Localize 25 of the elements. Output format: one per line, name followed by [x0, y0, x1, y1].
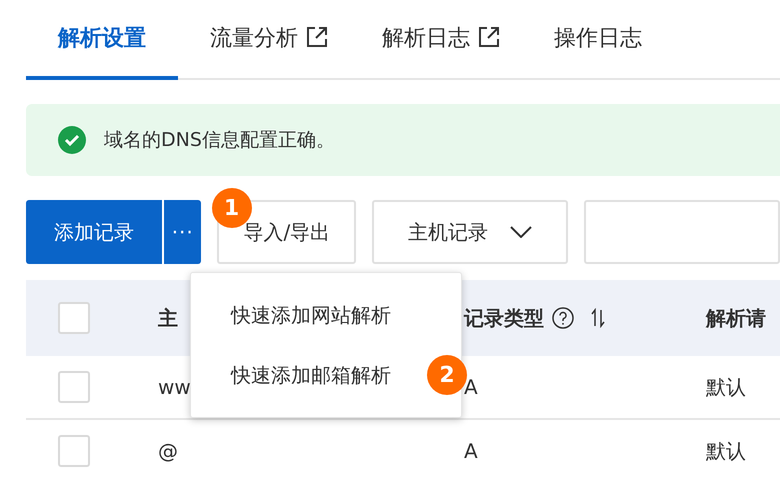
checkbox[interactable] — [58, 371, 90, 403]
add-record-button[interactable]: 添加记录 — [26, 200, 162, 264]
checkbox[interactable] — [58, 435, 90, 467]
column-header: 主 — [158, 305, 178, 332]
tab[interactable]: 解析设置 — [26, 0, 178, 80]
menu-item[interactable]: 快速添加邮箱解析 — [231, 345, 391, 405]
column-header: 记录类型 — [464, 305, 544, 332]
column-header: 解析请 — [706, 305, 766, 332]
table-cell: 默认 — [706, 375, 746, 399]
table-cell: @ — [158, 439, 178, 463]
table-cell: ww — [158, 375, 191, 399]
table-cell: A — [464, 439, 478, 463]
tab[interactable]: 操作日志 — [554, 0, 642, 80]
table-cell: 默认 — [706, 439, 746, 463]
sort-icon[interactable] — [590, 308, 606, 328]
filter-field[interactable] — [584, 200, 780, 264]
check-circle-icon — [58, 126, 86, 154]
tab[interactable]: 解析日志 — [382, 0, 500, 80]
chevron-down-icon — [510, 226, 532, 238]
tab[interactable]: 流量分析 — [210, 0, 328, 80]
checkbox[interactable] — [58, 302, 90, 334]
help-icon[interactable] — [552, 307, 574, 329]
menu-item[interactable]: 快速添加网站解析 — [231, 285, 391, 345]
host-record-select[interactable]: 主机记录 — [372, 200, 568, 264]
alert-message: 域名的DNS信息配置正确。 — [104, 128, 335, 153]
